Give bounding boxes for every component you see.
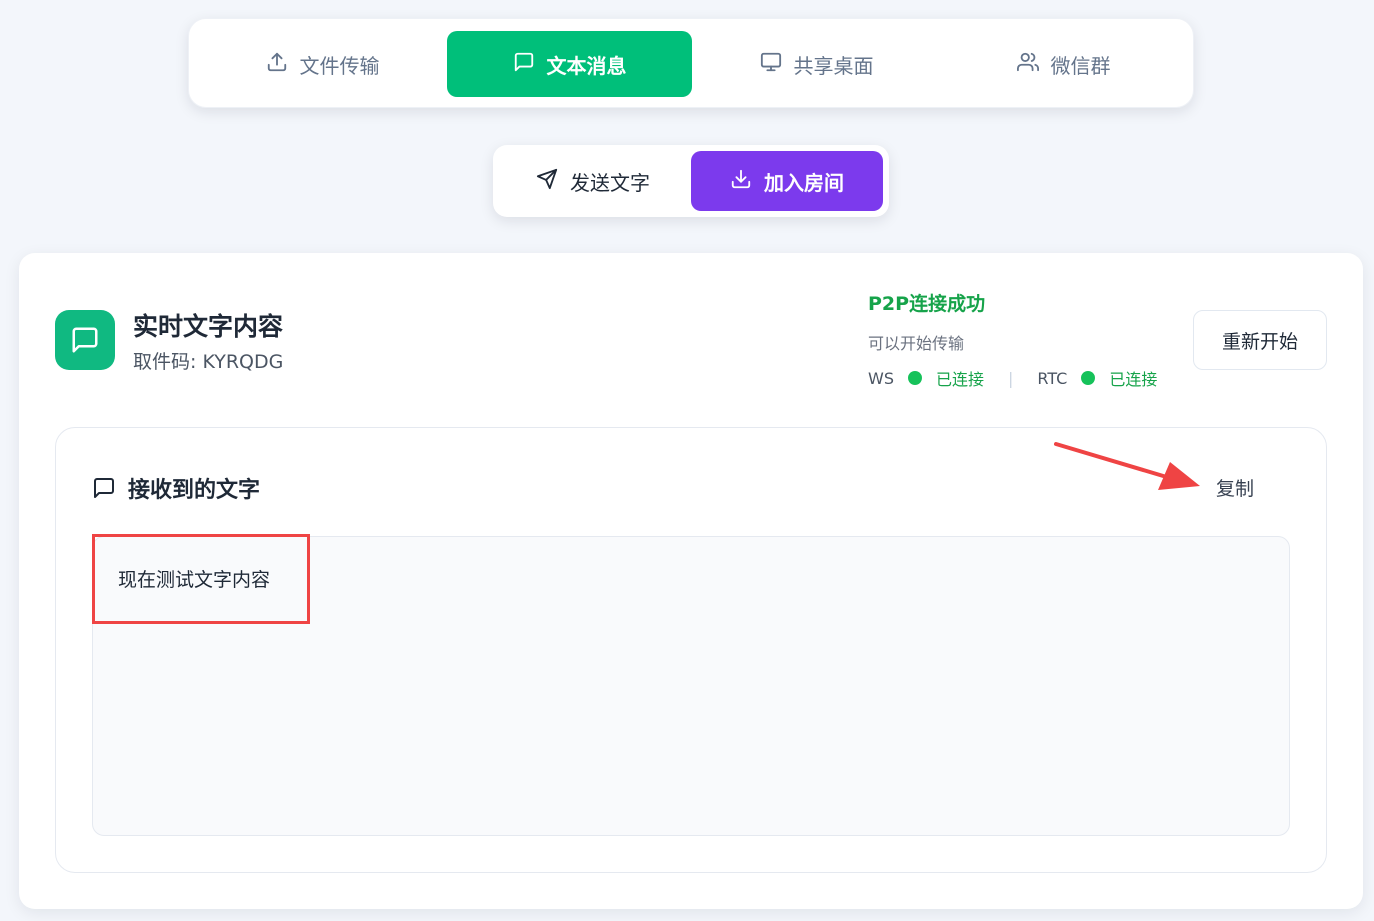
main-tab-bar: 文件传输 文本消息 共享桌面 微信群 xyxy=(188,18,1194,108)
users-icon xyxy=(1016,51,1039,78)
panel-title: 接收到的文字 xyxy=(128,478,261,503)
realtime-text-card: 实时文字内容 取件码: KYRQDG P2P连接成功 可以开始传输 WS 已连接… xyxy=(19,253,1363,909)
tab-label: 微信群 xyxy=(1050,53,1111,78)
tab-wechat-group[interactable]: 微信群 xyxy=(941,31,1186,97)
received-text-panel: 接收到的文字 复制 现在测试文字内容 xyxy=(55,427,1327,873)
message-square-icon xyxy=(513,51,535,78)
card-title: 实时文字内容 xyxy=(133,312,284,341)
tab-share-desktop[interactable]: 共享桌面 xyxy=(694,31,939,97)
tab-label: 共享桌面 xyxy=(793,53,874,78)
status-row: WS 已连接 | RTC 已连接 xyxy=(868,366,1157,390)
tab-label: 文本消息 xyxy=(546,53,627,78)
copy-button[interactable]: 复制 xyxy=(1216,472,1254,502)
send-icon xyxy=(536,168,558,195)
rtc-state: 已连接 xyxy=(1109,370,1158,389)
page: 文件传输 文本消息 共享桌面 微信群 发送文字 加入房间 实时文字内容 取件码:… xyxy=(0,0,1374,921)
tab-join-room[interactable]: 加入房间 xyxy=(691,151,883,211)
tab-label: 加入房间 xyxy=(764,170,844,195)
monitor-icon xyxy=(760,51,782,78)
status-separator: | xyxy=(1008,368,1014,388)
status-title: P2P连接成功 xyxy=(868,293,986,315)
ws-label: WS xyxy=(868,368,894,388)
connection-status: P2P连接成功 可以开始传输 WS 已连接 | RTC 已连接 xyxy=(868,289,1157,390)
tab-file-transfer[interactable]: 文件传输 xyxy=(200,31,445,97)
pickup-code: 取件码: KYRQDG xyxy=(133,351,284,373)
message-square-icon xyxy=(70,325,100,355)
message-square-icon xyxy=(92,476,116,500)
rtc-status-dot xyxy=(1081,371,1096,385)
ws-status-dot xyxy=(907,371,922,385)
tab-send-text[interactable]: 发送文字 xyxy=(499,151,687,211)
tab-label: 发送文字 xyxy=(570,170,650,195)
rtc-label: RTC xyxy=(1037,368,1068,388)
download-icon xyxy=(730,168,752,195)
restart-button[interactable]: 重新开始 xyxy=(1193,310,1327,370)
received-text-area[interactable]: 现在测试文字内容 xyxy=(92,536,1290,836)
upload-icon xyxy=(266,51,288,78)
tab-text-message[interactable]: 文本消息 xyxy=(447,31,692,97)
panel-header: 接收到的文字 xyxy=(92,472,260,504)
ws-state: 已连接 xyxy=(935,370,984,389)
sub-tab-bar: 发送文字 加入房间 xyxy=(493,145,889,217)
chat-badge xyxy=(55,310,115,370)
tab-label: 文件传输 xyxy=(299,53,380,78)
status-subtitle: 可以开始传输 xyxy=(868,334,965,353)
